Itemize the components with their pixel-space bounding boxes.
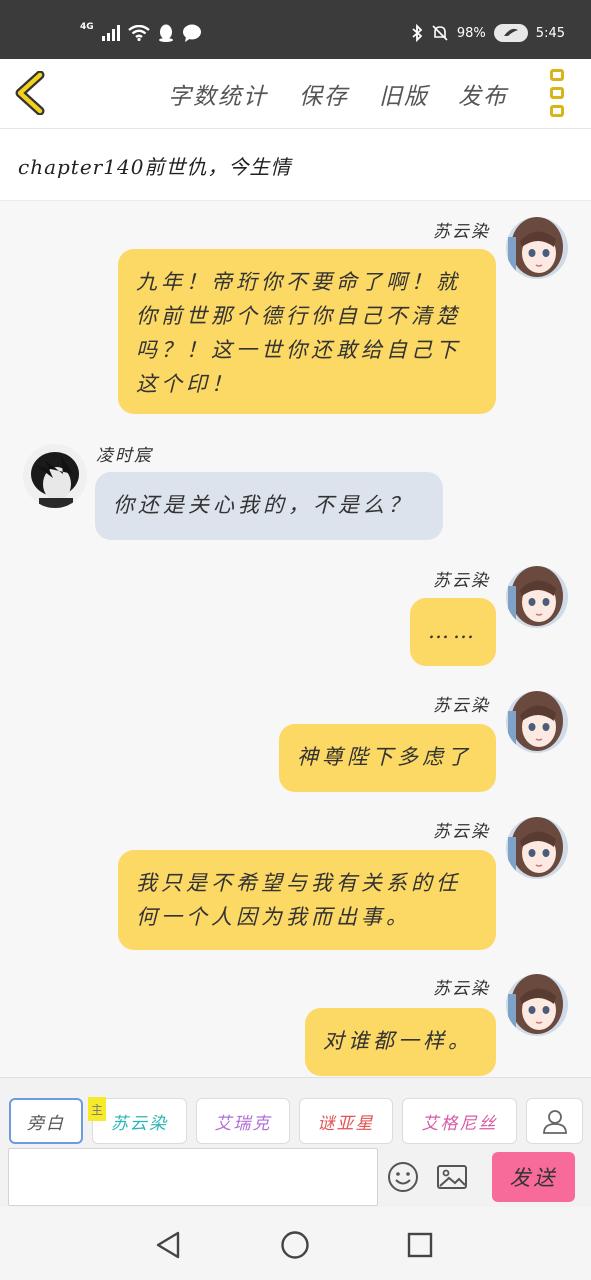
message-bubble[interactable]: 对谁都一样。 [305,1008,496,1076]
chapter-title: chapter140前世仇，今生情 [18,155,292,179]
message-bubble[interactable]: …… [410,598,496,666]
more-dot-icon [550,87,564,99]
sender-name: 苏云染 [433,822,490,842]
system-nav-bar [0,1207,591,1280]
nav-back-button[interactable] [152,1229,184,1261]
person-icon [542,1110,567,1134]
avatar-su-yunran[interactable] [506,217,568,279]
square-recents-icon [407,1232,433,1258]
main-character-tag: 主 [88,1097,106,1121]
add-role-button[interactable] [526,1098,583,1144]
signal-icon [101,25,120,41]
back-button[interactable] [12,70,52,116]
publish-button[interactable]: 发布 [458,77,508,111]
role-label: 苏云染 [111,1113,168,1134]
more-dot-icon [550,69,564,81]
role-narrator-button[interactable]: 旁白 [9,1098,83,1144]
word-count-button[interactable]: 字数统计 [168,77,268,111]
role-eric-button[interactable]: 艾瑞克 [196,1098,290,1144]
role-label: 谜亚星 [317,1113,375,1134]
wifi-icon [127,25,150,41]
status-bar: 4G 98% 5:45 [0,0,591,59]
battery-percent: 98% [456,25,486,41]
battery-icon [493,24,528,42]
avatar-su-yunran[interactable] [506,974,568,1036]
chevron-left-icon [15,70,45,116]
role-label: 旁白 [27,1113,65,1134]
avatar-su-yunran[interactable] [506,817,568,879]
sender-name: 苏云染 [433,979,490,999]
mute-bell-icon [432,25,448,41]
triangle-back-icon [156,1231,180,1259]
image-button[interactable] [435,1160,469,1194]
more-dot-icon [550,105,564,117]
role-agnes-button[interactable]: 艾格尼丝 [402,1098,517,1144]
role-su-yunran-button[interactable]: 苏云染 [92,1098,187,1144]
chat-area[interactable]: 苏云染 九年！帝珩你不要命了啊！就你前世那个德行你自己不清楚吗？！这一世你还敢给… [0,201,591,1077]
status-right-icons: 98% 5:45 [411,24,565,42]
send-label: 发送 [509,1166,558,1190]
sender-name: 苏云染 [433,571,490,591]
editor-toolbar: 字数统计 保存 旧版 发布 [0,59,591,129]
message-bubble[interactable]: 九年！帝珩你不要命了啊！就你前世那个德行你自己不清楚吗？！这一世你还敢给自己下这… [118,249,496,414]
nav-home-button[interactable] [279,1229,311,1261]
role-label: 艾格尼丝 [421,1113,498,1134]
avatar-su-yunran[interactable] [506,691,568,753]
avatar-ling-shichen[interactable] [23,444,87,508]
clock-time: 5:45 [535,25,565,41]
sender-name: 凌时宸 [96,446,153,466]
bluetooth-icon [412,24,423,42]
message-bubble[interactable]: 我只是不希望与我有关系的任何一个人因为我而出事。 [118,850,496,950]
smiley-icon [388,1162,418,1192]
more-menu-button[interactable] [550,69,568,117]
emoji-button[interactable] [386,1160,420,1194]
avatar-su-yunran[interactable] [506,566,568,628]
role-label: 艾瑞克 [214,1113,272,1134]
message-icon [182,24,201,42]
save-button[interactable]: 保存 [299,77,349,111]
chapter-title-bar[interactable]: chapter140前世仇，今生情 [0,129,591,201]
role-miyaxing-button[interactable]: 谜亚星 [299,1098,393,1144]
composer-panel: 旁白 苏云染 主 艾瑞克 谜亚星 艾格尼丝 发送 [0,1077,591,1207]
network-type: 4G [80,21,94,32]
send-button[interactable]: 发送 [492,1152,575,1202]
image-icon [437,1165,467,1189]
nav-recents-button[interactable] [404,1229,436,1261]
sender-name: 苏云染 [433,222,490,242]
message-bubble[interactable]: 神尊陛下多虑了 [279,724,496,792]
old-version-button[interactable]: 旧版 [379,77,429,111]
message-input[interactable] [8,1148,378,1206]
sender-name: 苏云染 [433,696,490,716]
status-left-icons: 4G [80,21,202,42]
message-bubble[interactable]: 你还是关心我的，不是么？ [95,472,443,540]
qq-icon [158,24,173,42]
circle-home-icon [281,1231,309,1259]
